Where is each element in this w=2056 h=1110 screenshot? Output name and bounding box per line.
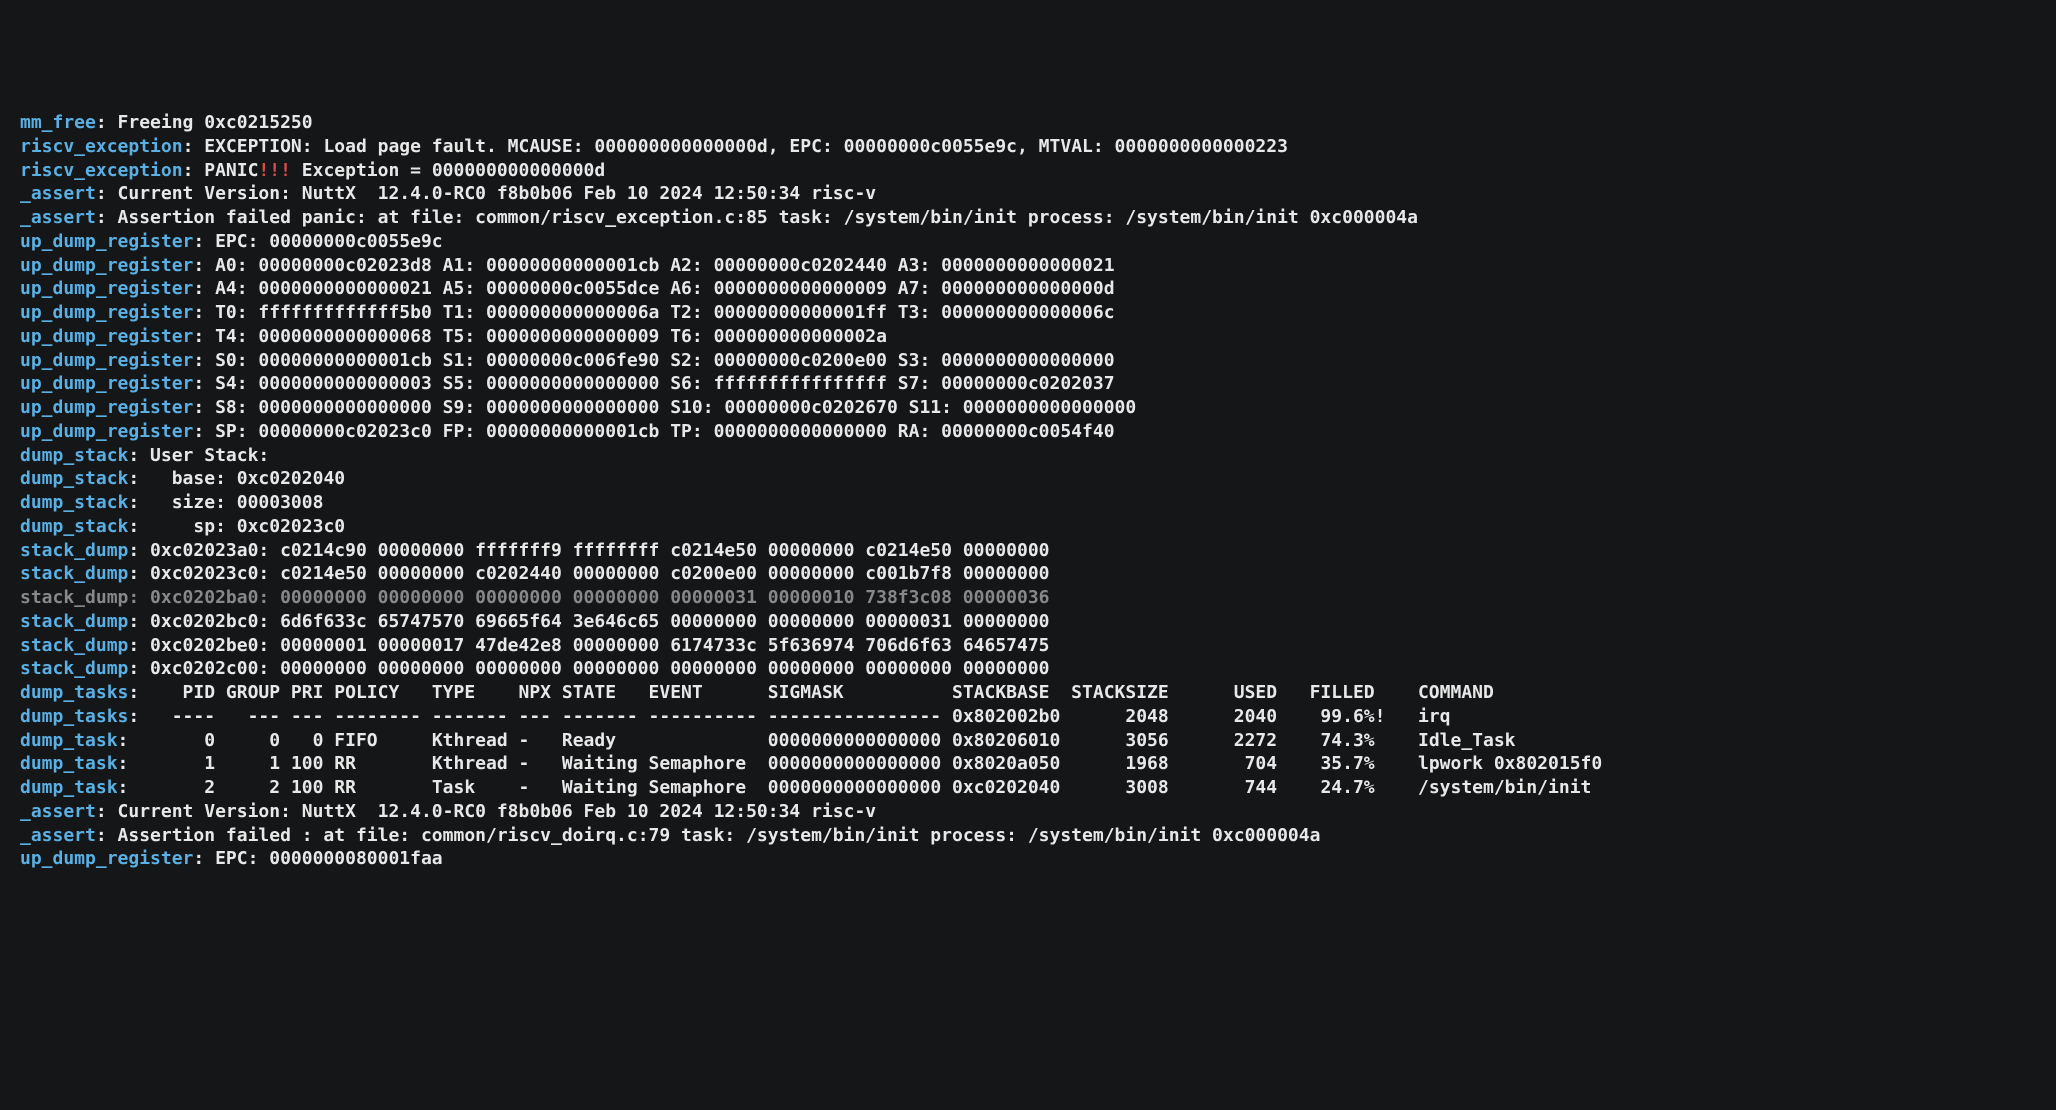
log-line: stack_dump: 0xc0202c00: 00000000 0000000…	[20, 657, 2036, 681]
log-line: up_dump_register: S0: 00000000000001cb S…	[20, 349, 2036, 373]
log-tag: stack_dump	[20, 563, 128, 584]
log-line: dump_stack: base: 0xc0202040	[20, 467, 2036, 491]
log-text: : S0: 00000000000001cb S1: 00000000c006f…	[193, 350, 1114, 371]
log-tag: up_dump_register	[20, 848, 193, 869]
log-line: dump_tasks: ---- --- --- -------- ------…	[20, 705, 2036, 729]
log-line: up_dump_register: T0: fffffffffffff5b0 T…	[20, 301, 2036, 325]
log-tag: up_dump_register	[20, 397, 193, 418]
log-text: : Assertion failed : at file: common/ris…	[96, 825, 1321, 846]
log-tag: dump_task	[20, 777, 118, 798]
log-tag: _assert	[20, 801, 96, 822]
log-line: dump_task: 0 0 0 FIFO Kthread - Ready 00…	[20, 729, 2036, 753]
log-tag: riscv_exception	[20, 136, 183, 157]
log-tag: _assert	[20, 825, 96, 846]
log-text: : PANIC	[183, 160, 259, 181]
log-line: _assert: Assertion failed : at file: com…	[20, 824, 2036, 848]
log-text: : EXCEPTION: Load page fault. MCAUSE: 00…	[183, 136, 1288, 157]
log-tag: stack_dump	[20, 658, 128, 679]
log-text: : 0xc02023a0: c0214c90 00000000 fffffff9…	[128, 540, 1049, 561]
log-line: dump_task: 2 2 100 RR Task - Waiting Sem…	[20, 776, 2036, 800]
log-tag: up_dump_register	[20, 421, 193, 442]
log-tag: up_dump_register	[20, 278, 193, 299]
log-text: : ---- --- --- -------- ------- --- ----…	[128, 706, 1450, 727]
log-tag: riscv_exception	[20, 160, 183, 181]
log-line: stack_dump: 0xc02023c0: c0214e50 0000000…	[20, 562, 2036, 586]
log-text: : size: 00003008	[128, 492, 323, 513]
log-text: : 0xc0202bc0: 6d6f633c 65747570 69665f64…	[128, 611, 1049, 632]
log-tag: up_dump_register	[20, 255, 193, 276]
log-tag: up_dump_register	[20, 326, 193, 347]
log-tag: dump_tasks	[20, 706, 128, 727]
log-text: : 0 0 0 FIFO Kthread - Ready 00000000000…	[118, 730, 1516, 751]
log-line: dump_task: 1 1 100 RR Kthread - Waiting …	[20, 752, 2036, 776]
log-text: : SP: 00000000c02023c0 FP: 0000000000000…	[193, 421, 1114, 442]
log-text: : A4: 0000000000000021 A5: 00000000c0055…	[193, 278, 1114, 299]
log-line: mm_free: Freeing 0xc0215250	[20, 111, 2036, 135]
log-text: : Current Version: NuttX 12.4.0-RC0 f8b0…	[96, 183, 876, 204]
log-tag: dump_task	[20, 753, 118, 774]
log-tag: up_dump_register	[20, 231, 193, 252]
log-text: : 0xc0202be0: 00000001 00000017 47de42e8…	[128, 635, 1049, 656]
log-text: : 0xc0202c00: 00000000 00000000 00000000…	[128, 658, 1049, 679]
log-line: up_dump_register: SP: 00000000c02023c0 F…	[20, 420, 2036, 444]
log-text: : A0: 00000000c02023d8 A1: 0000000000000…	[193, 255, 1114, 276]
log-line: _assert: Assertion failed panic: at file…	[20, 206, 2036, 230]
log-line: _assert: Current Version: NuttX 12.4.0-R…	[20, 800, 2036, 824]
log-tag: mm_free	[20, 112, 96, 133]
log-text: : PID GROUP PRI POLICY TYPE NPX STATE EV…	[128, 682, 1493, 703]
log-text: : S8: 0000000000000000 S9: 0000000000000…	[193, 397, 1136, 418]
log-tag: dump_stack	[20, 468, 128, 489]
log-tag: stack_dump	[20, 611, 128, 632]
log-line: up_dump_register: S8: 0000000000000000 S…	[20, 396, 2036, 420]
panic-marker: !!!	[258, 160, 291, 181]
log-tag: stack_dump	[20, 635, 128, 656]
log-tag: up_dump_register	[20, 350, 193, 371]
log-line: riscv_exception: PANIC!!! Exception = 00…	[20, 159, 2036, 183]
log-tag: dump_stack	[20, 516, 128, 537]
log-tag: dump_stack	[20, 445, 128, 466]
log-line: dump_stack: User Stack:	[20, 444, 2036, 468]
log-text: : Assertion failed panic: at file: commo…	[96, 207, 1418, 228]
log-text: : sp: 0xc02023c0	[128, 516, 345, 537]
log-line: up_dump_register: A4: 0000000000000021 A…	[20, 277, 2036, 301]
log-text: : base: 0xc0202040	[128, 468, 345, 489]
log-tag: stack_dump	[20, 540, 128, 561]
log-text: : S4: 0000000000000003 S5: 0000000000000…	[193, 373, 1114, 394]
log-text: : Current Version: NuttX 12.4.0-RC0 f8b0…	[96, 801, 876, 822]
log-tag: _assert	[20, 183, 96, 204]
log-text: : EPC: 00000000c0055e9c	[193, 231, 442, 252]
log-line: dump_tasks: PID GROUP PRI POLICY TYPE NP…	[20, 681, 2036, 705]
log-text: Exception = 000000000000000d	[291, 160, 605, 181]
log-tag: dump_task	[20, 730, 118, 751]
log-tag: dump_tasks	[20, 682, 128, 703]
log-line: up_dump_register: EPC: 0000000080001faa	[20, 847, 2036, 871]
log-text: : 1 1 100 RR Kthread - Waiting Semaphore…	[118, 753, 1603, 774]
log-line: up_dump_register: T4: 0000000000000068 T…	[20, 325, 2036, 349]
log-line: up_dump_register: S4: 0000000000000003 S…	[20, 372, 2036, 396]
log-tag: _assert	[20, 207, 96, 228]
log-text: : User Stack:	[128, 445, 269, 466]
log-line: up_dump_register: A0: 00000000c02023d8 A…	[20, 254, 2036, 278]
log-text: : 0xc02023c0: c0214e50 00000000 c0202440…	[128, 563, 1049, 584]
log-line: stack_dump: 0xc0202bc0: 6d6f633c 6574757…	[20, 610, 2036, 634]
log-line: riscv_exception: EXCEPTION: Load page fa…	[20, 135, 2036, 159]
log-text: : EPC: 0000000080001faa	[193, 848, 442, 869]
log-line: stack_dump: 0xc0202be0: 00000001 0000001…	[20, 634, 2036, 658]
log-text: : T4: 0000000000000068 T5: 0000000000000…	[193, 326, 887, 347]
log-line: dump_stack: sp: 0xc02023c0	[20, 515, 2036, 539]
log-tag: up_dump_register	[20, 302, 193, 323]
log-text: : T0: fffffffffffff5b0 T1: 0000000000000…	[193, 302, 1114, 323]
log-line: _assert: Current Version: NuttX 12.4.0-R…	[20, 182, 2036, 206]
log-tag: up_dump_register	[20, 373, 193, 394]
faded-log-text: stack_dump: 0xc0202ba0: 00000000 0000000…	[20, 587, 1050, 608]
terminal-output: mm_free: Freeing 0xc0215250riscv_excepti…	[20, 111, 2036, 871]
log-tag: dump_stack	[20, 492, 128, 513]
log-line: stack_dump: 0xc02023a0: c0214c90 0000000…	[20, 539, 2036, 563]
log-line: up_dump_register: EPC: 00000000c0055e9c	[20, 230, 2036, 254]
log-text: : 2 2 100 RR Task - Waiting Semaphore 00…	[118, 777, 1592, 798]
log-line: dump_stack: size: 00003008	[20, 491, 2036, 515]
log-line: stack_dump: 0xc0202ba0: 00000000 0000000…	[20, 586, 2036, 610]
log-text: : Freeing 0xc0215250	[96, 112, 313, 133]
